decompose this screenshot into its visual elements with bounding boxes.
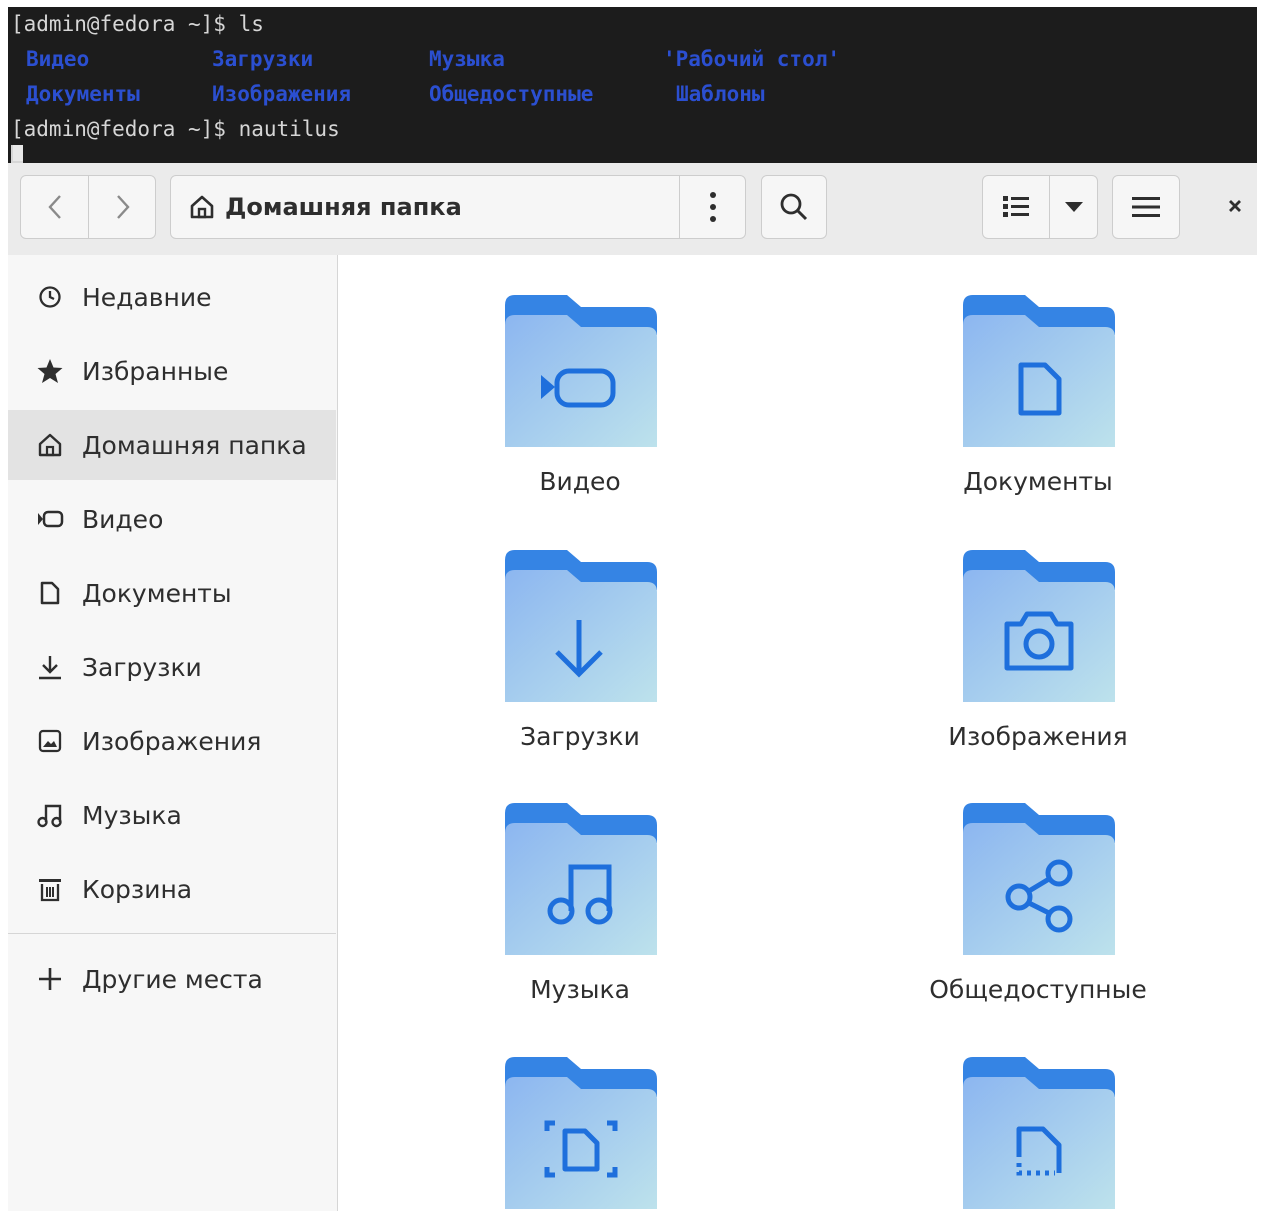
plus-icon <box>36 965 64 993</box>
triangle-down-icon <box>1065 202 1083 212</box>
sidebar-item-label: Другие места <box>82 964 263 994</box>
sidebar-item-recent[interactable]: Недавние <box>8 262 336 332</box>
chevron-left-icon <box>47 195 61 219</box>
sidebar-item-documents[interactable]: Документы <box>8 558 336 628</box>
folder-label: Видео <box>539 467 621 496</box>
terminal-prompt-ls: [admin@fedora ~]$ ls <box>11 12 264 36</box>
folder-download-icon <box>505 550 657 702</box>
sidebar: Недавние Избранные Домашняя папка Видео … <box>8 255 338 1211</box>
folder-template-icon <box>963 1057 1115 1209</box>
folder-desktop-icon <box>505 1057 657 1209</box>
path-label: Домашняя папка <box>225 193 462 221</box>
folder-item-public[interactable]: Общедоступные <box>888 803 1188 1023</box>
sidebar-item-home[interactable]: Домашняя папка <box>8 410 336 480</box>
sidebar-item-other-locations[interactable]: Другие места <box>8 944 336 1014</box>
sidebar-item-label: Изображения <box>82 726 262 756</box>
sidebar-item-trash[interactable]: Корзина <box>8 854 336 924</box>
terminal-dir-entry: Шаблоны <box>676 82 765 106</box>
list-view-button[interactable] <box>983 176 1050 238</box>
folder-item-desktop[interactable] <box>430 1057 730 1211</box>
search-icon <box>780 193 808 221</box>
search-button[interactable] <box>761 175 827 239</box>
view-options <box>982 175 1098 239</box>
star-icon <box>36 357 64 385</box>
music-icon <box>36 801 64 829</box>
sidebar-item-label: Видео <box>82 504 164 534</box>
sidebar-item-pictures[interactable]: Изображения <box>8 706 336 776</box>
document-icon <box>36 579 64 607</box>
sidebar-item-downloads[interactable]: Загрузки <box>8 632 336 702</box>
folder-label: Документы <box>963 467 1113 496</box>
forward-button[interactable] <box>89 176 155 238</box>
terminal-cursor <box>11 145 23 163</box>
sidebar-item-label: Музыка <box>82 800 182 830</box>
terminal-window[interactable]: [admin@fedora ~]$ ls Видео Загрузки Музы… <box>8 7 1257 163</box>
folder-music-icon <box>505 803 657 955</box>
main-menu-button[interactable] <box>1112 175 1180 239</box>
terminal-prompt-nautilus: [admin@fedora ~]$ nautilus <box>11 117 340 141</box>
terminal-dir-entry: Музыка <box>429 47 505 71</box>
terminal-dir-entry: Видео <box>26 47 90 71</box>
path-menu-button[interactable] <box>679 176 745 238</box>
sidebar-item-label: Загрузки <box>82 652 202 682</box>
file-manager-window: Домашняя папка Недавние Избранные Домашн… <box>8 163 1257 1211</box>
list-view-icon <box>1003 196 1029 217</box>
terminal-dir-entry: 'Рабочий стол' <box>663 47 841 71</box>
path-crumb-home[interactable]: Домашняя папка <box>171 176 679 238</box>
home-icon <box>190 195 214 219</box>
folder-share-icon <box>963 803 1115 955</box>
headerbar: Домашняя папка <box>8 163 1257 256</box>
image-icon <box>36 727 64 755</box>
vertical-dots-icon <box>710 192 716 222</box>
terminal-dir-entry: Загрузки <box>212 47 314 71</box>
folder-document-icon <box>963 295 1115 447</box>
folder-item-documents[interactable]: Документы <box>888 295 1188 515</box>
folder-label: Общедоступные <box>929 975 1147 1004</box>
sidebar-item-video[interactable]: Видео <box>8 484 336 554</box>
sidebar-item-label: Документы <box>82 578 232 608</box>
close-icon <box>1229 200 1241 212</box>
sidebar-item-starred[interactable]: Избранные <box>8 336 336 406</box>
sidebar-separator <box>8 933 336 934</box>
close-button[interactable] <box>1220 191 1250 221</box>
clock-icon <box>36 283 64 311</box>
terminal-dir-entry: Документы <box>26 82 140 106</box>
home-icon <box>36 431 64 459</box>
terminal-dir-entry: Общедоступные <box>429 82 594 106</box>
trash-icon <box>36 875 64 903</box>
chevron-right-icon <box>116 195 130 219</box>
sidebar-item-label: Корзина <box>82 874 193 904</box>
sidebar-item-label: Недавние <box>82 282 212 312</box>
folder-item-music[interactable]: Музыка <box>430 803 730 1023</box>
sidebar-item-label: Избранные <box>82 356 229 386</box>
folder-item-video[interactable]: Видео <box>430 295 730 515</box>
folder-label: Изображения <box>948 722 1128 751</box>
path-bar: Домашняя папка <box>170 175 746 239</box>
sidebar-item-label: Домашняя папка <box>82 430 307 460</box>
folder-label: Загрузки <box>520 722 640 751</box>
hamburger-icon <box>1132 197 1160 217</box>
navigation-buttons <box>20 175 156 239</box>
terminal-dir-entry: Изображения <box>212 82 352 106</box>
back-button[interactable] <box>21 176 89 238</box>
file-grid: Видео Документы Загрузки Изображения Муз… <box>338 255 1257 1211</box>
folder-item-downloads[interactable]: Загрузки <box>430 550 730 770</box>
view-dropdown-button[interactable] <box>1050 176 1097 238</box>
download-icon <box>36 653 64 681</box>
sidebar-item-music[interactable]: Музыка <box>8 780 336 850</box>
folder-camera-icon <box>963 550 1115 702</box>
folder-item-templates[interactable] <box>888 1057 1188 1211</box>
folder-item-pictures[interactable]: Изображения <box>888 550 1188 770</box>
folder-video-icon <box>505 295 657 447</box>
folder-label: Музыка <box>530 975 630 1004</box>
video-icon <box>36 505 64 533</box>
